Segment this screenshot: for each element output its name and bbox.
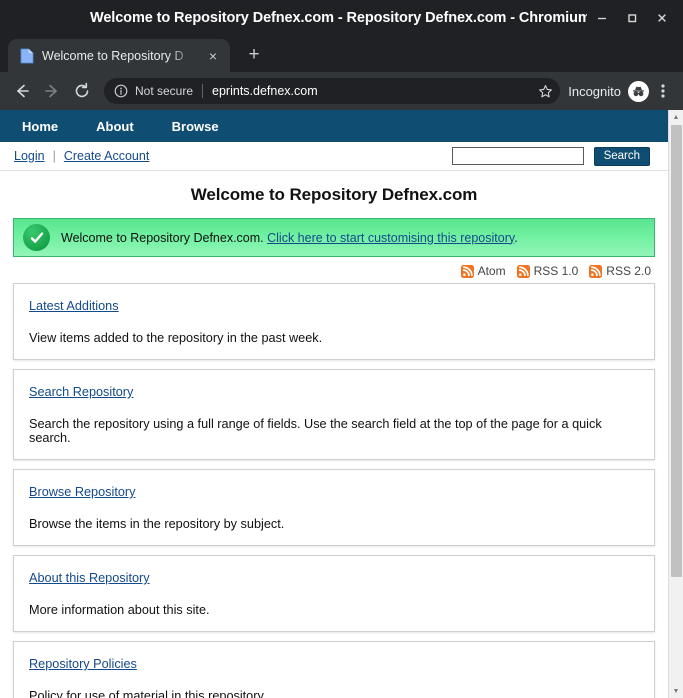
panel-description: More information about this site. bbox=[29, 603, 210, 617]
incognito-avatar-icon[interactable] bbox=[628, 80, 649, 102]
security-status: Not secure bbox=[135, 84, 194, 98]
search-input[interactable] bbox=[451, 147, 584, 165]
welcome-banner: Welcome to Repository Defnex.com. Click … bbox=[13, 218, 655, 257]
panel-about-this-repository: About this Repository More information a… bbox=[13, 555, 655, 632]
panel-repository-policies: Repository Policies Policy for use of ma… bbox=[13, 641, 655, 698]
scroll-down-arrow-icon[interactable]: ▼ bbox=[669, 684, 683, 698]
reload-icon[interactable] bbox=[68, 77, 96, 105]
close-icon[interactable] bbox=[647, 3, 677, 33]
page-viewport: Home About Browse Login | Create Account… bbox=[0, 110, 683, 698]
page-title: Welcome to Repository Defnex.com bbox=[190, 185, 478, 204]
feed-links: Atom RSS 1.0 RSS 2.0 bbox=[0, 257, 668, 283]
nav-item-browse[interactable]: Browse bbox=[172, 119, 247, 134]
page-icon bbox=[20, 48, 34, 64]
panel-browse-repository: Browse Repository Browse the items in th… bbox=[13, 469, 655, 546]
panel-link[interactable]: Search Repository bbox=[29, 385, 133, 399]
url-text[interactable]: eprints.defnex.com bbox=[212, 84, 534, 98]
maximize-icon[interactable] bbox=[617, 3, 647, 33]
forward-icon[interactable] bbox=[38, 77, 66, 105]
check-circle-icon bbox=[23, 224, 50, 251]
rss-icon bbox=[460, 264, 474, 278]
back-icon[interactable] bbox=[8, 77, 36, 105]
search-button[interactable]: Search bbox=[593, 146, 650, 166]
nav-item-about[interactable]: About bbox=[96, 119, 162, 134]
feed-rss20[interactable]: RSS 2.0 bbox=[589, 264, 651, 278]
panel-link[interactable]: Repository Policies bbox=[29, 657, 137, 671]
window-title: Welcome to Repository Defnex.com - Repos… bbox=[90, 10, 587, 26]
browser-window: Welcome to Repository Defnex.com - Repos… bbox=[0, 0, 683, 698]
feed-rss10[interactable]: RSS 1.0 bbox=[516, 264, 579, 278]
title-bar: Welcome to Repository Defnex.com - Repos… bbox=[0, 0, 683, 36]
vertical-scrollbar[interactable]: ▲ ▼ bbox=[668, 110, 683, 698]
banner-period: . bbox=[514, 230, 518, 245]
user-bar: Login | Create Account Search bbox=[0, 142, 668, 171]
profile-label[interactable]: Incognito bbox=[568, 84, 621, 99]
tab-title: Welcome to Repository D bbox=[42, 48, 184, 63]
panel-search-repository: Search Repository Search the repository … bbox=[13, 369, 655, 460]
scrollbar-thumb[interactable] bbox=[671, 125, 682, 577]
new-tab-button[interactable]: + bbox=[240, 41, 268, 69]
minimize-icon[interactable] bbox=[587, 3, 617, 33]
nav-item-home[interactable]: Home bbox=[22, 119, 86, 134]
browser-tab[interactable]: Welcome to Repository D × bbox=[8, 39, 230, 72]
panel-description: Browse the items in the repository by su… bbox=[29, 517, 285, 531]
banner-message: Welcome to Repository Defnex.com. bbox=[61, 230, 264, 245]
bookmark-star-icon[interactable] bbox=[534, 80, 556, 102]
rss-icon bbox=[516, 264, 530, 278]
browser-toolbar: Not secure eprints.defnex.com Incognito bbox=[0, 72, 683, 110]
create-account-link[interactable]: Create Account bbox=[64, 149, 149, 163]
banner-text: Welcome to Repository Defnex.com. Click … bbox=[61, 231, 518, 245]
site-navigation: Home About Browse bbox=[0, 110, 668, 142]
window-controls bbox=[587, 3, 683, 33]
login-link[interactable]: Login bbox=[14, 149, 45, 163]
browser-menu-icon[interactable] bbox=[651, 79, 675, 103]
panel-link[interactable]: Latest Additions bbox=[29, 299, 119, 313]
feed-atom[interactable]: Atom bbox=[460, 264, 506, 278]
panel-latest-additions: Latest Additions View items added to the… bbox=[13, 283, 655, 360]
feed-label: RSS 1.0 bbox=[533, 264, 579, 278]
scroll-up-arrow-icon[interactable]: ▲ bbox=[669, 110, 683, 124]
panel-description: View items added to the repository in th… bbox=[29, 331, 323, 345]
tab-strip: Welcome to Repository D × + bbox=[0, 36, 683, 72]
panel-link[interactable]: About this Repository bbox=[29, 571, 150, 585]
panel-description: Policy for use of material in this repos… bbox=[29, 689, 267, 698]
panel-list: Latest Additions View items added to the… bbox=[0, 283, 668, 698]
panel-link[interactable]: Browse Repository bbox=[29, 485, 135, 499]
feed-label: Atom bbox=[477, 264, 506, 278]
web-page: Home About Browse Login | Create Account… bbox=[0, 110, 668, 698]
userbar-divider: | bbox=[52, 149, 56, 163]
info-icon[interactable] bbox=[113, 83, 129, 99]
panel-description: Search the repository using a full range… bbox=[29, 417, 602, 445]
rss-icon bbox=[589, 264, 603, 278]
close-icon[interactable]: × bbox=[204, 47, 222, 65]
feed-label: RSS 2.0 bbox=[606, 264, 651, 278]
address-bar[interactable]: Not secure eprints.defnex.com bbox=[104, 78, 561, 104]
omnibox-divider bbox=[202, 84, 204, 98]
customise-repository-link[interactable]: Click here to start customising this rep… bbox=[267, 231, 514, 245]
